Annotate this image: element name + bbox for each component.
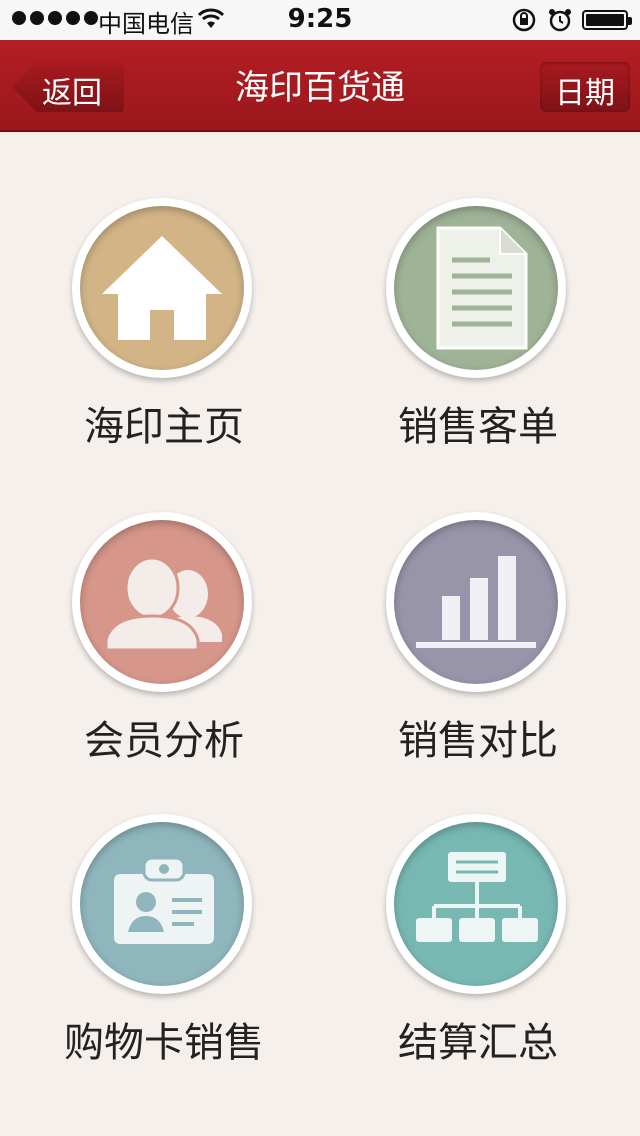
menu-item-gift-card-sales[interactable]: 购物卡销售 (44, 814, 284, 1074)
menu-item-label: 海印主页 (84, 404, 244, 450)
menu-item-circle (72, 512, 252, 692)
menu-item-circle (72, 198, 252, 378)
alarm-icon (549, 9, 571, 32)
nav-bar: 返回 海印百货通 日期 (0, 40, 640, 132)
org-chart-icon (416, 852, 538, 942)
date-button[interactable]: 日期 (540, 62, 630, 112)
menu-item-settlement-summary[interactable]: 结算汇总 (358, 814, 598, 1074)
menu-item-label: 销售对比 (398, 718, 558, 764)
menu-item-circle (386, 512, 566, 692)
menu-item-label: 销售客单 (398, 404, 558, 450)
document-icon (436, 226, 528, 350)
menu-item-label: 购物卡销售 (64, 1020, 264, 1066)
id-card-icon (114, 856, 214, 944)
menu-item-circle (386, 198, 566, 378)
menu-item-sales-orders[interactable]: 销售客单 (358, 198, 598, 458)
rotation-lock-icon (512, 8, 536, 32)
menu-item-circle (386, 814, 566, 994)
menu-item-sales-comparison[interactable]: 销售对比 (358, 512, 598, 772)
status-time: 9:25 (287, 4, 353, 34)
members-icon (104, 556, 222, 652)
menu-item-label: 会员分析 (84, 718, 244, 764)
menu-item-label: 结算汇总 (398, 1020, 558, 1066)
bar-chart-icon (416, 556, 536, 648)
home-icon (102, 236, 222, 340)
status-bar: 中国电信 9:25 (0, 0, 640, 40)
menu-item-member-analysis[interactable]: 会员分析 (44, 512, 284, 772)
menu-item-circle (72, 814, 252, 994)
battery-icon (582, 10, 632, 30)
menu-item-home[interactable]: 海印主页 (44, 198, 284, 458)
date-button-label: 日期 (555, 76, 615, 111)
